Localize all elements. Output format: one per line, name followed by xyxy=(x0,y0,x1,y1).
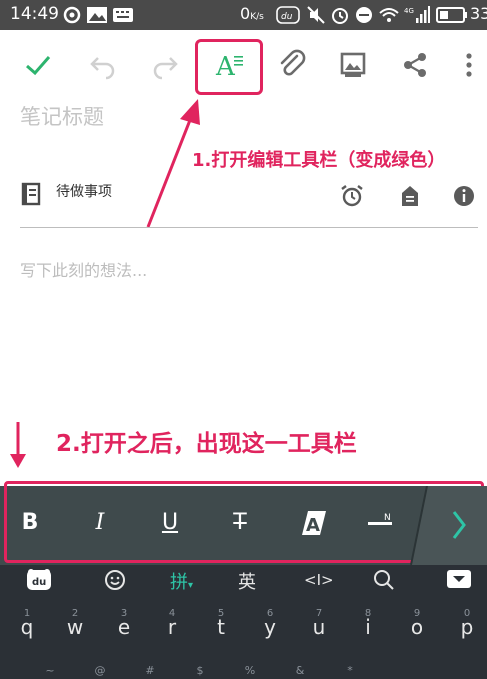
strikethrough-icon[interactable]: T xyxy=(220,503,260,543)
svg-text:du: du xyxy=(32,577,46,588)
key-hint: % xyxy=(244,664,256,677)
todo-label[interactable]: 待做事项 xyxy=(56,181,112,201)
key-hint: * xyxy=(347,664,353,677)
key-o[interactable]: o xyxy=(397,615,437,639)
emoji-icon[interactable] xyxy=(103,568,127,592)
paperclip-icon[interactable] xyxy=(275,48,309,82)
cursor-button[interactable]: <I> xyxy=(304,571,334,589)
english-mode-button[interactable]: 英 xyxy=(238,568,256,594)
key-t[interactable]: t xyxy=(201,615,241,639)
more-vert-icon[interactable] xyxy=(452,48,486,82)
svg-text:4G: 4G xyxy=(404,7,414,15)
key-i[interactable]: i xyxy=(348,615,388,639)
key-hint: # xyxy=(145,664,155,677)
svg-text:du: du xyxy=(281,12,293,22)
du-icon: du xyxy=(276,6,300,24)
wifi-icon xyxy=(379,8,399,22)
image-icon[interactable] xyxy=(336,48,370,82)
annotation-arrow-down-icon xyxy=(10,422,26,468)
alarm-status-icon xyxy=(332,8,348,24)
signal-icon: 4G xyxy=(404,6,430,23)
gallery-notify-icon xyxy=(87,7,107,23)
key-e[interactable]: e xyxy=(104,615,144,639)
dnd-icon xyxy=(356,7,372,23)
italic-icon[interactable]: I xyxy=(80,503,120,543)
svg-text:A: A xyxy=(306,515,320,536)
annotation-step-2: 2.打开之后，出现这一工具栏 xyxy=(56,431,357,457)
redo-icon[interactable] xyxy=(148,48,182,82)
search-icon[interactable] xyxy=(372,568,396,592)
undo-icon[interactable] xyxy=(86,48,120,82)
alarm-icon[interactable] xyxy=(340,184,364,208)
key-w[interactable]: w xyxy=(55,615,95,639)
key-hint: ~ xyxy=(45,664,55,677)
key-u[interactable]: u xyxy=(299,615,339,639)
keyboard-notify-icon xyxy=(113,8,133,22)
highlight-icon[interactable]: A xyxy=(292,503,332,543)
check-icon[interactable] xyxy=(21,48,55,82)
underline-icon[interactable]: U xyxy=(150,503,190,543)
note-body-input[interactable]: 写下此刻的想法... xyxy=(20,257,147,281)
font-button-highlight xyxy=(195,39,263,95)
status-bar: 14:49 0K/s du 4G 33 xyxy=(0,0,487,30)
key-hint: $ xyxy=(196,664,204,677)
divider xyxy=(20,227,478,228)
hide-keyboard-icon[interactable] xyxy=(446,568,472,590)
key-q[interactable]: q xyxy=(7,615,47,639)
info-icon[interactable] xyxy=(452,184,476,208)
clear-format-icon[interactable]: N xyxy=(362,506,398,540)
key-y[interactable]: y xyxy=(250,615,290,639)
mute-icon xyxy=(307,6,325,24)
app-notify-icon xyxy=(63,6,81,24)
key-r[interactable]: r xyxy=(152,615,192,639)
key-hint: & xyxy=(295,664,305,677)
battery-level: 33 xyxy=(470,4,487,23)
key-hint: @ xyxy=(94,664,106,677)
note-title-input[interactable]: 笔记标题 xyxy=(20,101,104,131)
notebook-icon[interactable] xyxy=(20,182,42,206)
pinyin-mode-button[interactable]: 拼▾ xyxy=(170,568,193,594)
key-p[interactable]: p xyxy=(447,615,487,639)
share-icon[interactable] xyxy=(398,48,432,82)
net-speed: 0K/s xyxy=(240,4,264,23)
annotation-step-1: 1.打开编辑工具栏（变成绿色） xyxy=(192,150,446,171)
bold-icon[interactable]: B xyxy=(10,503,50,543)
battery-icon xyxy=(436,7,467,23)
tag-icon[interactable] xyxy=(398,184,422,208)
du-keyboard-icon[interactable]: du xyxy=(26,568,52,592)
svg-text:N: N xyxy=(384,513,391,523)
chevron-right-icon[interactable] xyxy=(410,486,487,565)
annotation-arrow-up-icon xyxy=(146,99,200,228)
status-time: 14:49 xyxy=(10,4,59,24)
